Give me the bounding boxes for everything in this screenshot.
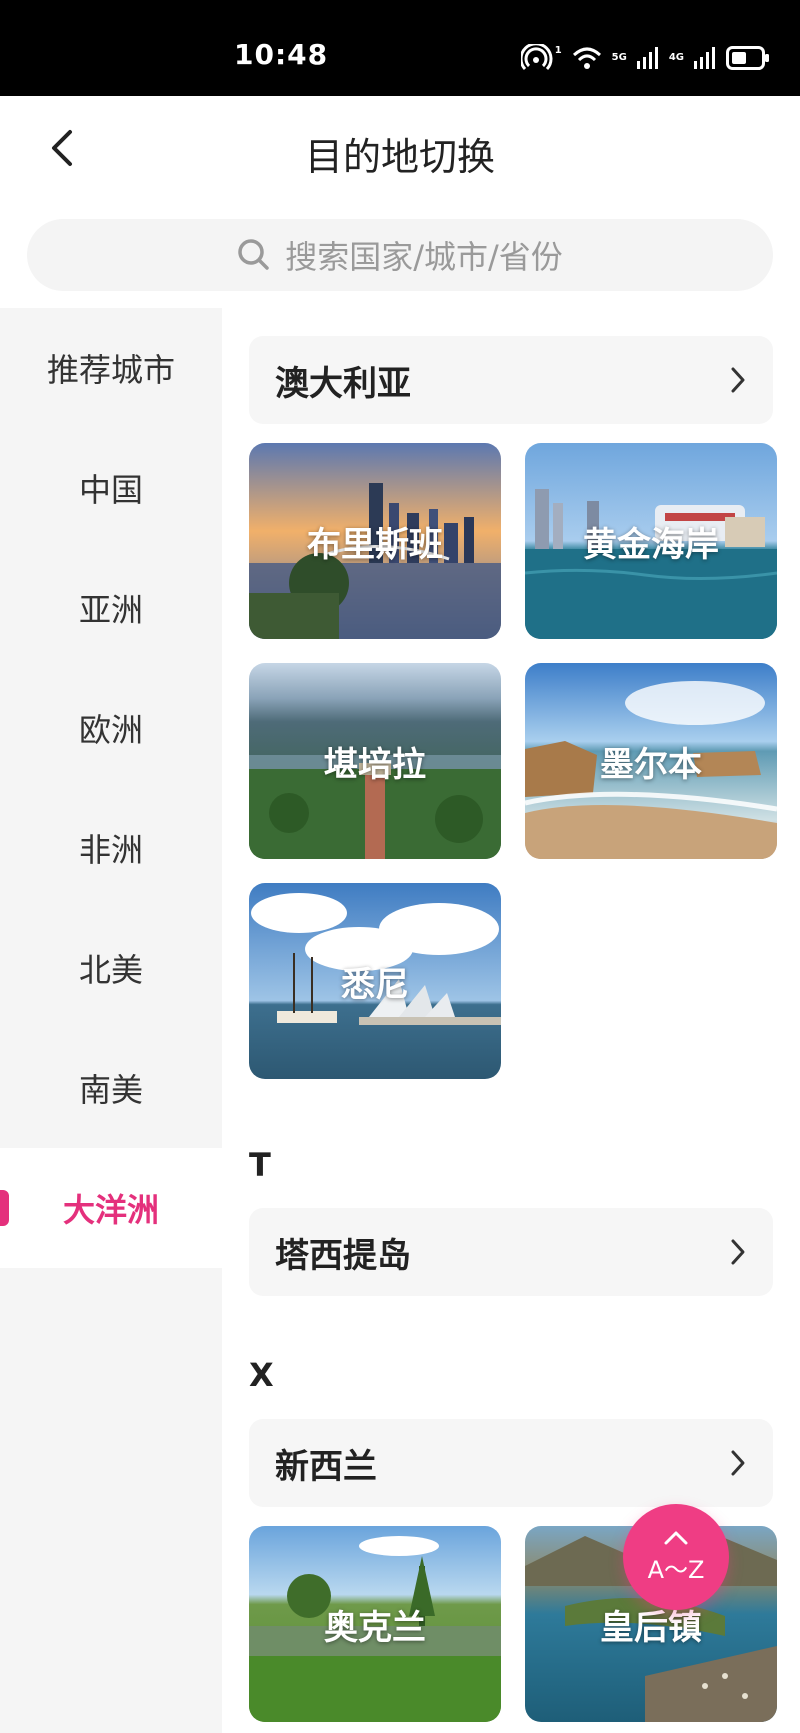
city-card-auckland[interactable]: 奥克兰 — [249, 1526, 501, 1722]
country-row-australia[interactable]: 澳大利亚 — [249, 336, 773, 424]
city-card-canberra[interactable]: 堪培拉 — [249, 663, 501, 859]
battery-icon — [726, 46, 769, 70]
sidebar-item-europe[interactable]: 欧洲 — [0, 668, 222, 788]
country-row-new-zealand[interactable]: 新西兰 — [249, 1419, 773, 1507]
country-name: 新西兰 — [275, 1446, 377, 1487]
sidebar-item-recommended[interactable]: 推荐城市 — [0, 308, 222, 428]
active-indicator — [0, 1190, 9, 1226]
alphabet-header: X — [249, 1356, 274, 1394]
status-bar: 10:48 1 5G 4G — [0, 0, 800, 96]
sidebar-item-label: 非洲 — [78, 831, 143, 869]
chevron-up-icon — [664, 1531, 688, 1544]
city-name: 墨尔本 — [600, 744, 702, 785]
city-name: 黄金海岸 — [583, 524, 719, 565]
city-card-sydney[interactable]: 悉尼 — [249, 883, 501, 1079]
country-name: 澳大利亚 — [275, 363, 411, 404]
city-name: 悉尼 — [341, 964, 409, 1005]
search-icon — [238, 239, 269, 270]
sidebar-item-label: 北美 — [78, 951, 143, 989]
network-5g-label: 5G — [611, 52, 627, 63]
sidebar-item-label: 推荐城市 — [46, 351, 175, 389]
city-name: 奥克兰 — [324, 1607, 426, 1648]
sidebar-item-label: 大洋洲 — [62, 1191, 159, 1229]
search-input[interactable]: 搜索国家/城市/省份 — [27, 219, 773, 291]
sidebar-item-oceania[interactable]: 大洋洲 — [0, 1148, 222, 1268]
chevron-right-icon — [731, 1450, 745, 1476]
alphabet-header: T — [249, 1146, 271, 1184]
sidebar-item-china[interactable]: 中国 — [0, 428, 222, 548]
hotspot-count: 1 — [554, 45, 562, 56]
search-placeholder: 搜索国家/城市/省份 — [285, 238, 563, 276]
city-name: 布里斯班 — [307, 524, 443, 565]
sidebar-item-label: 中国 — [78, 471, 143, 509]
chevron-right-icon — [731, 1239, 745, 1265]
page-title: 目的地切换 — [304, 135, 495, 179]
region-sidebar: 推荐城市 中国 亚洲 欧洲 非洲 北美 南美 大洋洲 — [0, 308, 222, 1733]
city-card-melbourne[interactable]: 墨尔本 — [525, 663, 777, 859]
country-name: 塔西提岛 — [275, 1235, 411, 1276]
country-row-tahiti[interactable]: 塔西提岛 — [249, 1208, 773, 1296]
a-z-label: A～Z — [647, 1555, 705, 1584]
sidebar-item-label: 欧洲 — [78, 711, 143, 749]
header: 目的地切换 — [0, 96, 800, 202]
sidebar-item-label: 亚洲 — [78, 591, 143, 629]
hotspot-icon — [520, 44, 553, 71]
city-card-brisbane[interactable]: 布里斯班 — [249, 443, 501, 639]
signal-4g-icon — [694, 47, 715, 69]
city-name: 堪培拉 — [324, 744, 426, 785]
signal-5g-icon — [636, 47, 658, 69]
sidebar-item-north-america[interactable]: 北美 — [0, 908, 222, 1028]
chevron-right-icon — [731, 367, 745, 393]
sidebar-item-south-america[interactable]: 南美 — [0, 1028, 222, 1148]
status-time: 10:48 — [234, 38, 329, 71]
sidebar-item-asia[interactable]: 亚洲 — [0, 548, 222, 668]
network-4g-label: 4G — [668, 52, 684, 63]
status-icons: 1 5G 4G — [520, 40, 770, 76]
sidebar-item-label: 南美 — [78, 1071, 143, 1109]
a-z-index-button[interactable]: A～Z — [623, 1504, 729, 1610]
wifi-icon — [572, 47, 601, 69]
sidebar-item-africa[interactable]: 非洲 — [0, 788, 222, 908]
city-card-gold-coast[interactable]: 黄金海岸 — [525, 443, 777, 639]
